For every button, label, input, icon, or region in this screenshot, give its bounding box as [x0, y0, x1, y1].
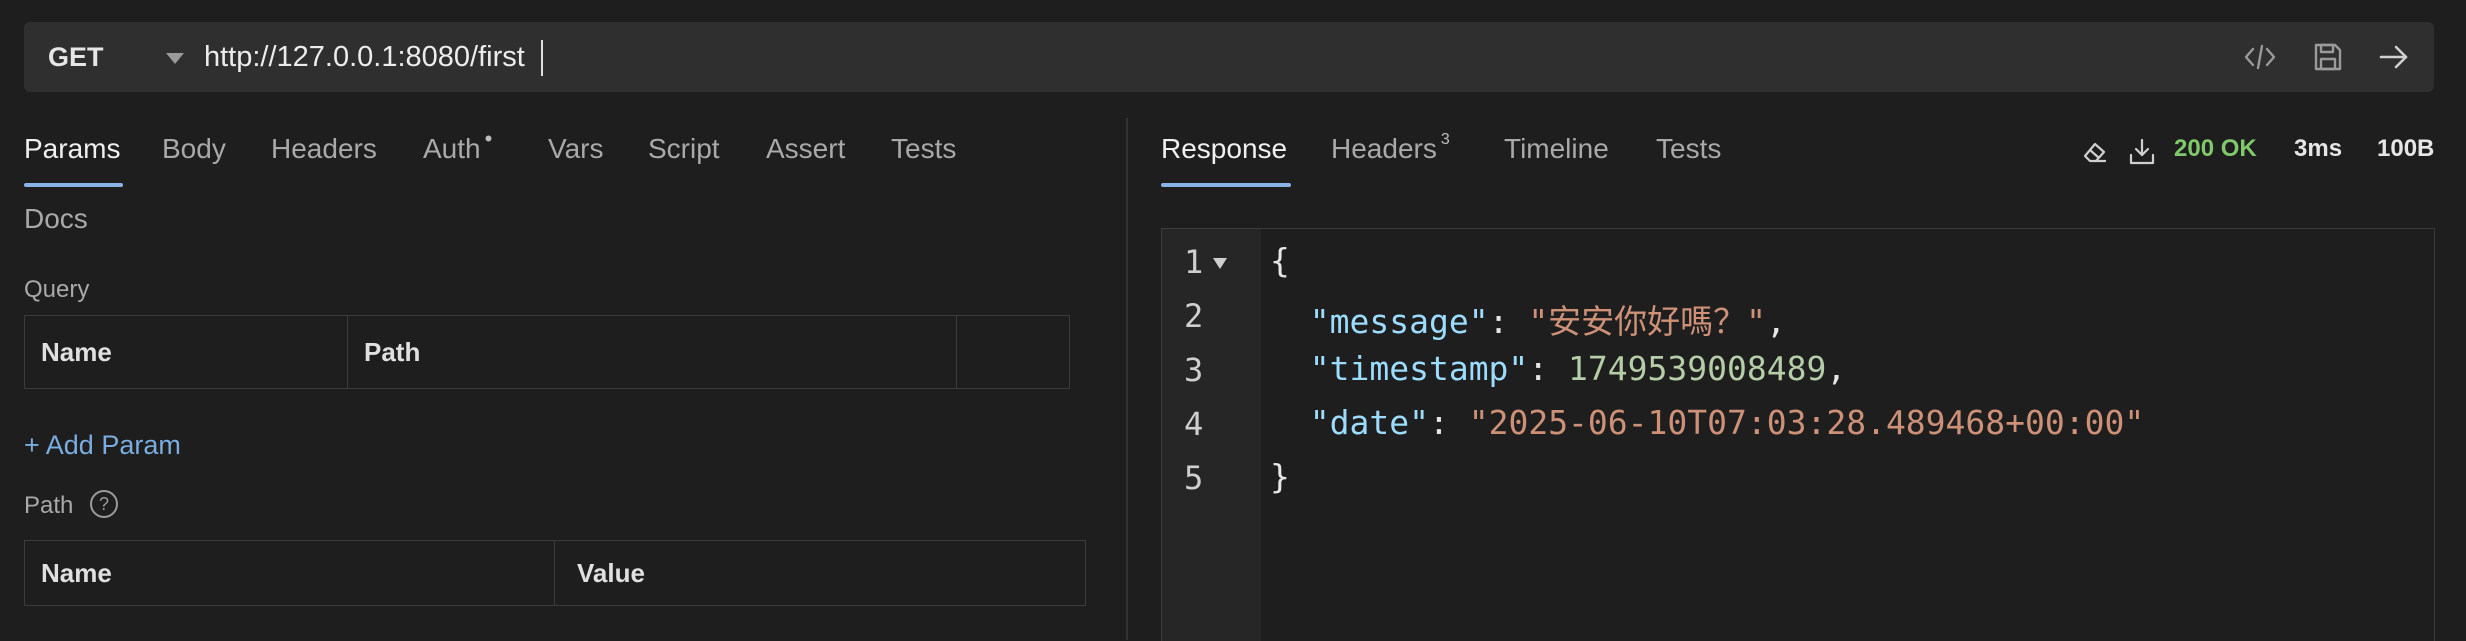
path-label: Path [24, 492, 74, 519]
tab-vars[interactable]: Vars [548, 133, 604, 165]
help-icon[interactable]: ? [90, 490, 118, 518]
response-size: 100B [2377, 135, 2435, 162]
close-brace: } [1270, 457, 1290, 496]
tab-docs[interactable]: Docs [24, 203, 88, 235]
tab-response-tests[interactable]: Tests [1656, 133, 1721, 165]
json-string: "安安你好嗎？" [1528, 302, 1767, 341]
add-param-button[interactable]: + Add Param [24, 430, 181, 461]
tab-auth[interactable]: Auth • [423, 126, 492, 165]
tab-params[interactable]: Params [24, 133, 120, 165]
open-brace: { [1270, 241, 1290, 280]
tab-tests[interactable]: Tests [891, 133, 956, 165]
json-key: "timestamp" [1309, 349, 1529, 388]
url-bar: GET [24, 22, 2434, 92]
tab-script[interactable]: Script [648, 133, 720, 165]
tab-headers[interactable]: Headers [271, 133, 377, 165]
code-icon[interactable] [2242, 39, 2278, 75]
line-number: 1 [1184, 243, 1204, 281]
pane-divider[interactable] [1126, 118, 1128, 640]
active-tab-indicator [24, 183, 123, 187]
line-number: 4 [1184, 405, 1204, 443]
save-icon[interactable] [2310, 39, 2346, 75]
tab-response[interactable]: Response [1161, 133, 1287, 165]
headers-count-badge: 3 [1440, 130, 1450, 148]
json-number: 1749539008489 [1568, 349, 1827, 388]
query-col-path: Path [348, 316, 957, 388]
method-selector[interactable]: GET [48, 22, 104, 92]
text-cursor [541, 40, 543, 76]
tab-assert[interactable]: Assert [766, 133, 845, 165]
url-input[interactable] [204, 30, 2004, 84]
tab-response-headers-label: Headers [1331, 133, 1437, 164]
arrow-right-icon[interactable] [2376, 39, 2412, 75]
json-key: "message" [1309, 302, 1489, 341]
code-line: "date": "2025-06-10T07:03:28.489468+00:0… [1309, 403, 2145, 442]
query-col-name: Name [25, 316, 348, 388]
query-col-actions [957, 316, 1069, 388]
chevron-down-icon[interactable] [166, 53, 184, 64]
line-gutter [1162, 229, 1261, 641]
eraser-icon[interactable] [2081, 138, 2109, 166]
tab-auth-label: Auth [423, 133, 481, 164]
path-table-header: Name Value [24, 540, 1086, 606]
code-line: "timestamp": 1749539008489, [1309, 349, 1847, 388]
response-active-tab-indicator [1161, 183, 1291, 187]
line-number: 2 [1184, 297, 1204, 335]
code-line: } [1270, 457, 1290, 496]
path-col-name: Name [25, 541, 555, 605]
response-time: 3ms [2294, 135, 2343, 162]
path-col-value: Value [577, 558, 645, 588]
status-badge: 200 OK [2174, 135, 2257, 162]
fold-arrow-icon[interactable] [1213, 258, 1227, 269]
tab-timeline[interactable]: Timeline [1504, 133, 1609, 165]
line-number: 5 [1184, 459, 1204, 497]
json-key: "date" [1309, 403, 1429, 442]
tab-body[interactable]: Body [162, 133, 226, 165]
query-label: Query [24, 276, 90, 303]
json-string: "2025-06-10T07:03:28.489468+00:00" [1468, 403, 2145, 442]
query-table-header: Name Path [24, 315, 1070, 389]
tab-response-headers[interactable]: Headers 3 [1331, 130, 1450, 165]
auth-indicator: • [484, 126, 493, 151]
response-editor[interactable]: 1 2 3 4 5 { "message": "安安你好嗎？", "timest… [1161, 228, 2435, 641]
download-icon[interactable] [2128, 137, 2156, 167]
line-number: 3 [1184, 351, 1204, 389]
code-line: "message": "安安你好嗎？", [1309, 302, 1786, 341]
code-line: { [1270, 241, 1290, 280]
